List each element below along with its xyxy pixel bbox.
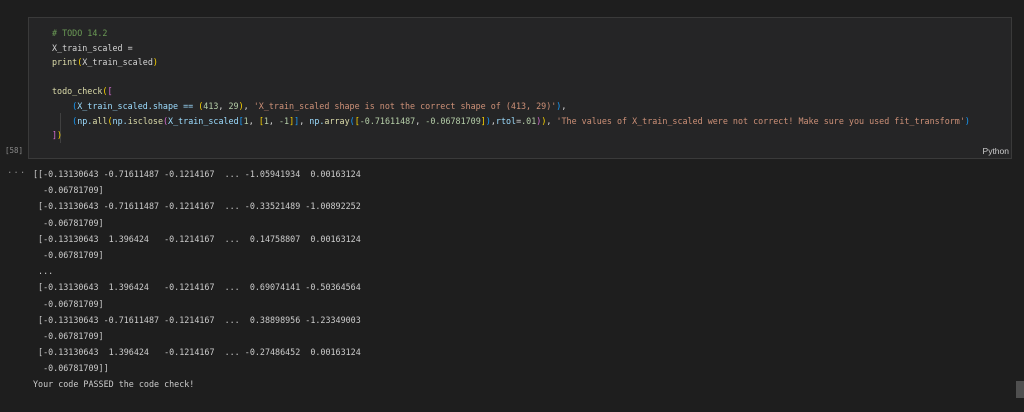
code-token: , [248, 115, 259, 126]
output-line: -0.06781709] [33, 217, 104, 228]
code-line: todo_check([ [52, 84, 1007, 99]
output-line: [-0.13130643 1.396424 -0.1214167 ... -0.… [33, 347, 361, 358]
output-line: -0.06781709] [33, 185, 104, 196]
code-line: ]) [52, 128, 1007, 143]
output-line: -0.06781709] [33, 330, 104, 341]
code-token: -0.71611487 [359, 115, 416, 126]
code-token: 'The values of X_train_scaled were not c… [556, 115, 965, 126]
code-token: X_train_scaled.shape == [77, 100, 199, 111]
code-token: X_train_scaled = [52, 42, 138, 53]
output-line: [-0.13130643 -0.71611487 -0.1214167 ... … [33, 314, 361, 325]
output-line: [-0.13130643 1.396424 -0.1214167 ... 0.6… [33, 282, 361, 293]
output-line: Your code PASSED the code check! [33, 379, 195, 390]
code-block[interactable]: # TODO 14.2 X_train_scaled = print(X_trai… [52, 26, 1007, 143]
code-token: rtol [495, 115, 517, 126]
code-token: X_train_scaled [82, 57, 153, 68]
code-token: , [218, 100, 229, 111]
code-line: (np.all(np.isclose(X_train_scaled[1, [1,… [52, 114, 1007, 129]
code-line: X_train_scaled = [52, 41, 1007, 56]
kernel-language-button[interactable]: Python [983, 146, 1009, 156]
code-token: np. [309, 115, 325, 126]
code-cell-editor[interactable]: # TODO 14.2 X_train_scaled = print(X_trai… [28, 17, 1012, 159]
code-token: print [52, 57, 78, 68]
code-token: ) [964, 115, 970, 126]
code-token: -1 [279, 115, 290, 126]
code-token: , [268, 115, 279, 126]
output-line: ... [33, 266, 54, 277]
scrollbar-thumb[interactable] [1016, 381, 1024, 398]
code-token: isclose [127, 115, 163, 126]
code-token: ) [57, 130, 63, 141]
code-token: all [92, 115, 108, 126]
code-token: 29 [228, 100, 239, 111]
code-token: , [243, 100, 254, 111]
output-line: -0.06781709] [33, 298, 104, 309]
output-line: [-0.13130643 -0.71611487 -0.1214167 ... … [33, 201, 361, 212]
code-token: X_train_scaled [168, 115, 239, 126]
code-token: np. [112, 115, 128, 126]
code-token: , [546, 115, 557, 126]
code-token: 'X_train_scaled shape is not the correct… [253, 100, 557, 111]
output-line: -0.06781709]] [33, 363, 109, 374]
code-token: [ [107, 86, 113, 97]
code-line: print(X_train_scaled) [52, 55, 1007, 70]
code-token: .01 [521, 115, 537, 126]
output-more-actions-icon[interactable]: ... [7, 166, 26, 176]
code-token: , [561, 100, 567, 111]
code-token: array [324, 115, 350, 126]
output-line: -0.06781709] [33, 249, 104, 260]
output-line: [-0.13130643 1.396424 -0.1214167 ... 0.1… [33, 233, 361, 244]
code-line: # TODO 14.2 [52, 26, 1007, 41]
code-token: -0.06781709 [425, 115, 481, 126]
code-line: (X_train_scaled.shape == (413, 29), 'X_t… [52, 99, 1007, 114]
code-token: 413 [203, 100, 219, 111]
cell-output: [[-0.13130643 -0.71611487 -0.1214167 ...… [33, 166, 993, 393]
execution-count: [58] [5, 146, 24, 155]
code-token: , [299, 115, 310, 126]
code-token: # TODO 14.2 [52, 28, 108, 38]
output-line: [[-0.13130643 -0.71611487 -0.1214167 ...… [33, 169, 361, 179]
code-token: , [415, 115, 426, 126]
code-token: ) [152, 57, 158, 68]
code-token: np. [77, 115, 93, 126]
code-token: todo_check [52, 86, 103, 97]
